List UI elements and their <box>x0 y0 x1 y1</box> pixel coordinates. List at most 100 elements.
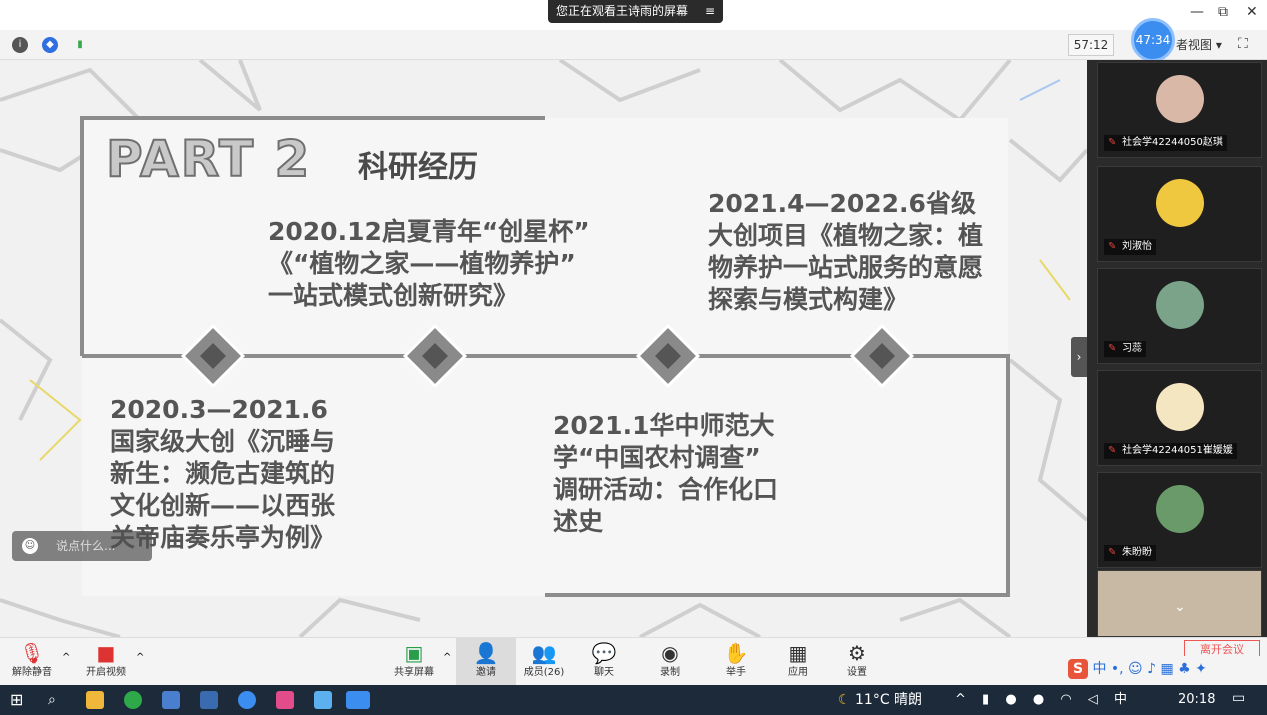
ime-lang[interactable]: 中 <box>1114 692 1133 707</box>
chat-input[interactable]: ☺ 说点什么... <box>12 531 152 561</box>
tray-app-icon[interactable]: ● <box>1033 692 1050 707</box>
leave-meeting-button[interactable]: 离开会议 <box>1184 640 1260 656</box>
audio-options-chevron-icon[interactable]: ^ <box>62 652 70 663</box>
sogou-ime-icon[interactable]: S <box>1068 659 1088 679</box>
event-line: 2021.1华中师范大 <box>553 411 775 440</box>
event-line: 物养护一站式服务的意愿 <box>708 253 984 282</box>
video-off-icon: ■ <box>96 641 116 665</box>
notification-icon[interactable]: ▭ <box>1232 690 1245 706</box>
app-icon[interactable] <box>276 691 294 709</box>
chevron-down-icon[interactable]: ⌄ <box>1174 599 1186 615</box>
screen-share-banner[interactable]: 您正在观看王诗雨的屏幕 ≡ <box>548 0 723 23</box>
sidebar-collapse-button[interactable]: › <box>1071 337 1087 377</box>
file-explorer-icon[interactable] <box>86 691 104 709</box>
invite-button[interactable]: 👤 邀请 <box>456 638 516 686</box>
taskbar-clock[interactable]: 20:18 <box>1178 685 1215 715</box>
chat-button[interactable]: 💬 聊天 <box>574 638 634 686</box>
avatar <box>1156 281 1204 329</box>
start-video-button[interactable]: ■ 开启视频 <box>76 638 136 686</box>
participant-tile[interactable]: ✎ 社会学42244051崔媛媛 <box>1097 370 1262 466</box>
ime-status: 中 •, ☺ ♪ ▦ ♣ ✦ <box>1092 661 1207 677</box>
members-icon: 👥 <box>531 641 557 665</box>
event-line: 大创项目《植物之家：植 <box>708 221 984 250</box>
event-line: 述史 <box>553 507 604 536</box>
apps-icon: ▦ <box>788 641 808 665</box>
gear-icon: ⚙ <box>848 641 866 665</box>
event-line: 2020.12启夏青年“创星杯” <box>268 217 590 246</box>
ime-toolbar[interactable]: S 中 •, ☺ ♪ ▦ ♣ ✦ <box>1068 658 1207 679</box>
share-screen-button[interactable]: ▣ 共享屏幕 <box>384 638 444 686</box>
video-options-chevron-icon[interactable]: ^ <box>136 652 144 663</box>
event-line: 2020.3—2021.6 <box>110 395 328 424</box>
event-line: 学“中国农村调查” <box>553 443 761 472</box>
mic-muted-icon: ✎ <box>1108 445 1117 456</box>
moon-icon: ☾ <box>838 692 851 708</box>
tray-app-icon[interactable]: ▮ <box>982 692 995 707</box>
timeline-node-1 <box>180 323 246 389</box>
search-icon[interactable]: ⌕ <box>48 691 66 709</box>
chat-icon: 💬 <box>591 641 617 665</box>
event-line: 2021.4—2022.6省级 <box>708 189 976 218</box>
participant-tile[interactable]: ✎ 朱盼盼 <box>1097 472 1262 568</box>
share-banner-text: 您正在观看王诗雨的屏幕 <box>556 4 689 18</box>
unmute-button[interactable]: 🎙 解除静音 <box>2 638 62 686</box>
mic-off-icon: 🎙 <box>19 641 45 665</box>
event-2021-4: 2021.4—2022.6省级 大创项目《植物之家：植 物养护一站式服务的意愿 … <box>708 188 983 316</box>
participant-name: ✎ 社会学42244050赵琪 <box>1104 135 1227 151</box>
raise-hand-button[interactable]: ✋ 举手 <box>706 638 766 686</box>
tencent-meeting-icon[interactable] <box>346 691 370 709</box>
avatar <box>1156 485 1204 533</box>
network-icon[interactable]: ◠ <box>1060 692 1077 707</box>
tray-app-icon[interactable]: ● <box>1005 692 1022 707</box>
mic-muted-icon: ✎ <box>1108 343 1117 354</box>
close-icon[interactable]: ✕ <box>1246 4 1258 20</box>
event-line: 文化创新——以西张 <box>110 491 336 520</box>
duration-bubble: 47:34 <box>1131 18 1175 62</box>
minimize-icon[interactable]: — <box>1190 4 1204 20</box>
members-button[interactable]: 👥 成员(26) <box>514 638 574 686</box>
tray-chevron-icon[interactable]: ^ <box>955 692 972 707</box>
view-mode-dropdown[interactable]: 者视图 ▾ <box>1176 34 1238 56</box>
share-screen-icon: ▣ <box>404 641 424 665</box>
mic-muted-icon: ✎ <box>1108 137 1117 148</box>
participant-name: ✎ 社会学42244051崔媛媛 <box>1104 443 1237 459</box>
event-2020-12: 2020.12启夏青年“创星杯” 《“植物之家——植物养护” 一站式模式创新研究… <box>268 216 590 312</box>
meeting-timer: 57:12 <box>1068 34 1114 56</box>
emoji-icon[interactable]: ☺ <box>22 538 38 554</box>
participant-tile[interactable]: ✎ 社会学42244050赵琪 <box>1097 62 1262 158</box>
info-icon[interactable]: i <box>12 37 28 53</box>
restore-icon[interactable]: ⧉ <box>1218 4 1228 20</box>
windows-start-icon[interactable]: ⊞ <box>10 691 28 709</box>
calculator-icon[interactable] <box>200 691 218 709</box>
fullscreen-icon[interactable]: ⛶ <box>1238 36 1248 52</box>
system-tray[interactable]: ^ ▮ ● ● ◠ ◁ 中 <box>955 685 1133 715</box>
event-line: 探索与模式构建》 <box>708 285 909 314</box>
event-line: 《“植物之家——植物养护” <box>268 249 576 278</box>
part-title: PART 2 <box>105 129 312 189</box>
shield-icon[interactable]: ◆ <box>42 37 58 53</box>
shared-slide: PART 2 科研经历 2020.12启夏青年“创星杯” 《“植物之家——植物养… <box>0 60 1087 637</box>
event-line: 新生：濒危古建筑的 <box>110 459 336 488</box>
volume-icon[interactable]: ◁ <box>1088 692 1104 707</box>
settings-button[interactable]: ⚙ 设置 <box>827 638 887 686</box>
weather-widget[interactable]: ☾ 11°C 晴朗 <box>838 685 922 715</box>
participant-name: ✎ 习蕊 <box>1104 341 1146 357</box>
app-icon[interactable] <box>238 691 256 709</box>
app-icon[interactable] <box>314 691 332 709</box>
signal-icon[interactable]: ▮ <box>72 37 88 53</box>
participant-video-tile[interactable]: ⌄ <box>1097 570 1262 637</box>
menu-icon[interactable]: ≡ <box>705 0 715 23</box>
app-icon[interactable] <box>162 691 180 709</box>
participant-tile[interactable]: ✎ 习蕊 <box>1097 268 1262 364</box>
share-options-chevron-icon[interactable]: ^ <box>443 652 451 663</box>
timeline-node-3 <box>635 323 701 389</box>
apps-button[interactable]: ▦ 应用 <box>768 638 828 686</box>
mic-muted-icon: ✎ <box>1108 547 1117 558</box>
chat-placeholder: 说点什么... <box>56 539 116 553</box>
chrome-icon[interactable] <box>124 691 142 709</box>
record-button[interactable]: ◉ 录制 <box>640 638 700 686</box>
participant-tile[interactable]: ✎ 刘淑怡 <box>1097 166 1262 262</box>
hand-icon: ✋ <box>723 641 749 665</box>
record-icon: ◉ <box>661 641 679 665</box>
add-user-icon: 👤 <box>473 641 499 665</box>
